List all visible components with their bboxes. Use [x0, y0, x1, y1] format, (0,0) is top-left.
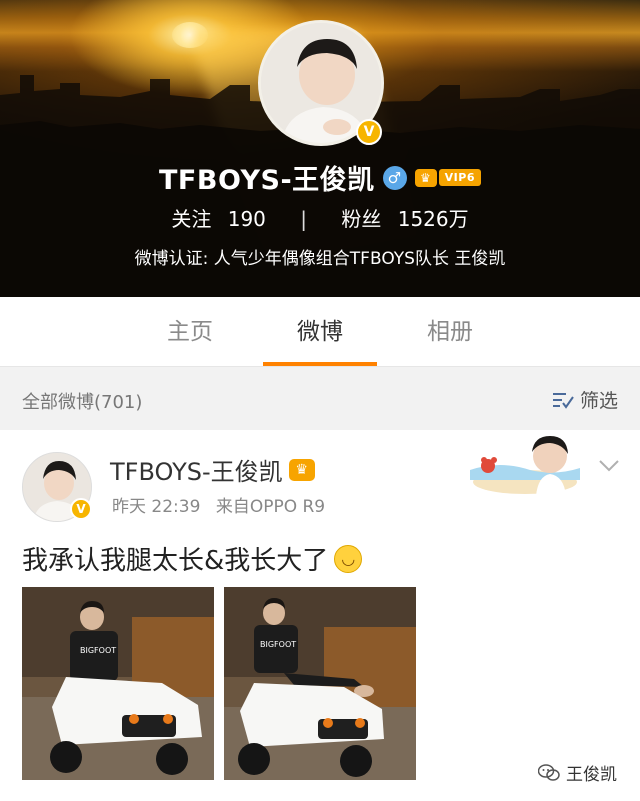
profile-name: TFBOYS-王俊凯 — [159, 165, 375, 196]
svg-text:BIGFOOT: BIGFOOT — [80, 646, 116, 655]
wechat-watermark: 王俊凯 — [538, 760, 617, 785]
followers-count: 1526万 — [397, 207, 469, 231]
card-decoration — [470, 436, 580, 496]
verified-badge-icon: V — [356, 119, 382, 145]
post-verified-badge-icon: V — [70, 498, 92, 520]
filter-bar: 全部微博(701) 筛选 — [0, 368, 640, 430]
filter-button[interactable]: 筛选 — [552, 386, 618, 413]
tab-weibo[interactable]: 微博 — [255, 297, 385, 366]
svg-text:BIGFOOT: BIGFOOT — [260, 640, 296, 649]
vip-crown-icon: ♛ — [288, 458, 315, 481]
tab-album[interactable]: 相册 — [385, 297, 515, 366]
followers-label: 粉丝 — [341, 207, 382, 231]
verification-text: 微博认证: 人气少年偶像组合TFBOYS队长 王俊凯 — [134, 249, 506, 269]
profile-name-row: TFBOYS-王俊凯 ♂ ♛ VIP6 — [0, 158, 640, 197]
following-count: 190 — [227, 207, 266, 231]
vip-crown-icon: ♛ — [414, 168, 437, 187]
following-stat[interactable]: 关注 190 — [166, 207, 277, 231]
filter-label: 筛选 — [579, 390, 618, 412]
profile-tabs: 主页 微博 相册 — [0, 297, 640, 367]
post-source-prefix: 来自 — [215, 497, 250, 517]
stats-divider: | — [300, 207, 308, 231]
vip-badge[interactable]: ♛ VIP6 — [414, 168, 481, 187]
post-text: 我承认我腿太长&我长大了 — [22, 546, 329, 576]
post-meta: 昨天 22:39 来自OPPO R9 — [112, 492, 325, 517]
wechat-icon — [538, 763, 560, 781]
post-author-name[interactable]: TFBOYS-王俊凯 — [110, 452, 283, 487]
vip-level: VIP6 — [438, 169, 481, 186]
tab-home[interactable]: 主页 — [125, 297, 255, 366]
post-source[interactable]: OPPO R9 — [250, 497, 325, 517]
smile-emoji-icon: ◡ — [334, 544, 363, 573]
post-photo-2[interactable]: BIGFOOT — [224, 587, 416, 780]
post-time: 昨天 22:39 — [112, 497, 201, 517]
post-author-row: TFBOYS-王俊凯 ♛ — [110, 452, 315, 487]
filter-icon — [552, 392, 574, 409]
watermark-text: 王俊凯 — [566, 765, 617, 785]
following-label: 关注 — [171, 207, 212, 231]
post-text-row: 我承认我腿太长&我长大了 ◡ — [22, 540, 363, 577]
male-icon: ♂ — [382, 165, 407, 190]
post-count: 全部微博(701) — [22, 392, 143, 413]
followers-stat[interactable]: 粉丝 1526万 — [336, 207, 473, 231]
chevron-down-icon[interactable] — [598, 454, 620, 478]
profile-cover: V TFBOYS-王俊凯 ♂ ♛ VIP6 关注 190 | 粉丝 1526万 … — [0, 0, 640, 297]
post-photo-1[interactable]: BIGFOOT — [22, 587, 214, 780]
profile-stats: 关注 190 | 粉丝 1526万 — [0, 203, 640, 232]
weibo-post[interactable]: V TFBOYS-王俊凯 ♛ 昨天 22:39 来自OPPO R9 我承认我腿太… — [0, 430, 640, 801]
